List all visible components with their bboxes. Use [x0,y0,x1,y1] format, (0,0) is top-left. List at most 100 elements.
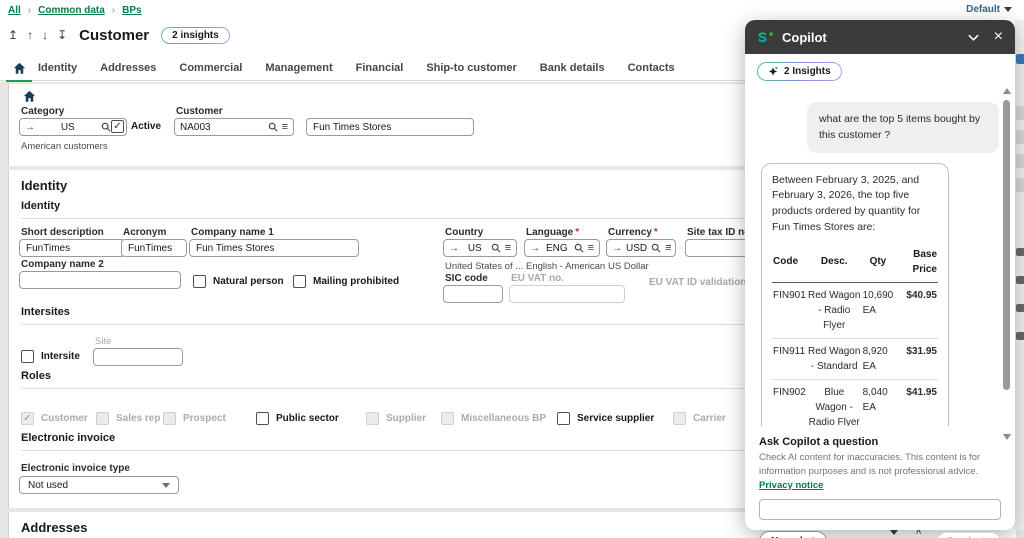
column-header: Desc. [807,244,862,283]
tab-commercial[interactable]: Commercial [179,62,242,74]
language-value: ENG [544,243,570,254]
tab-management[interactable]: Management [265,62,332,74]
search-icon[interactable] [491,243,501,253]
currency-value: USD [626,243,647,254]
home-icon [13,62,26,75]
toolbar-icon-sliver [1016,130,1024,144]
copilot-badge-row: 2 Insights [757,62,842,82]
search-icon[interactable] [574,243,584,253]
customer-label: Customer [176,106,223,117]
country-field[interactable]: → US ≡ [443,239,517,257]
search-icon[interactable] [651,243,661,253]
assistant-intro-text: Between February 3, 2025, and February 3… [772,173,938,236]
last-record-icon[interactable]: ↧ [57,28,67,42]
site-tax-id-label: Site tax ID no. [687,227,753,238]
company-name-2-input[interactable] [19,271,181,289]
previous-record-icon[interactable]: ↑ [27,28,33,42]
acronym-input[interactable] [121,239,187,257]
intersite-label: Intersite [41,351,80,362]
insights-badge[interactable]: 2 insights [161,27,230,44]
site-input[interactable] [93,348,183,366]
role-customer-label: Customer [41,413,88,424]
cell-qty: 8,040 EA [862,379,895,426]
privacy-notice-link[interactable]: Privacy notice [759,480,823,491]
active-checkbox-item: ✓ Active [111,120,161,133]
goto-icon[interactable]: → [25,122,35,133]
role-public-sector-checkbox[interactable] [256,412,269,425]
role-prospect-checkbox [163,412,176,425]
country-label: Country [445,227,483,238]
profile-label: Default [966,4,1000,15]
active-checkbox[interactable]: ✓ [111,120,124,133]
chevron-down-icon [1004,7,1012,12]
breadcrumb-link-common-data[interactable]: Common data [38,5,105,16]
tab-bank-details[interactable]: Bank details [540,62,605,74]
lookup-list-icon[interactable]: ≡ [665,243,671,254]
sic-code-input[interactable] [443,285,503,303]
mailing-prohibited-label: Mailing prohibited [313,276,399,287]
copilot-title: Copilot [782,30,953,45]
electronic-invoice-type-select[interactable]: Not used [19,476,179,494]
lookup-list-icon[interactable]: ≡ [282,122,288,133]
customer-code-field[interactable]: NA003 ≡ [174,118,294,136]
role-sales-rep-checkbox [96,412,109,425]
lookup-list-icon[interactable]: ≡ [505,243,511,254]
goto-icon[interactable]: → [449,243,459,254]
toolbar-icon-sliver [1016,332,1024,340]
mailing-prohibited-checkbox[interactable] [293,275,306,288]
short-description-input[interactable] [19,239,125,257]
search-icon[interactable] [101,122,111,132]
electronic-invoice-type-value: Not used [28,480,68,491]
role-miscellaneous-bp-label: Miscellaneous BP [461,413,546,424]
copilot-buttons-row: New chat Send [759,531,1001,538]
copilot-conversation[interactable]: what are the top 5 items bought by this … [745,86,1015,426]
role-supplier-item: Supplier [366,412,426,425]
breadcrumb-link-all[interactable]: All [8,5,21,16]
scroll-up-arrow[interactable] [1003,88,1011,94]
close-icon[interactable]: × [994,29,1003,45]
scrollbar-thumb[interactable] [1003,100,1010,390]
tab-contacts[interactable]: Contacts [628,62,675,74]
send-button[interactable]: Send [936,532,1001,538]
user-message-bubble: what are the top 5 items bought by this … [807,102,999,153]
minimize-chevron-icon[interactable] [967,31,980,44]
intersite-checkbox[interactable] [21,350,34,363]
lookup-list-icon[interactable]: ≡ [588,243,594,254]
tab-financial[interactable]: Financial [356,62,404,74]
tab-ship-to-customer[interactable]: Ship-to customer [426,62,516,74]
natural-person-checkbox[interactable] [193,275,206,288]
copilot-scrollbar[interactable] [1002,88,1012,440]
role-miscellaneous-bp-item: Miscellaneous BP [441,412,546,425]
sic-code-label: SIC code [445,273,488,284]
toolbar-icon-sliver [1016,248,1024,256]
goto-icon[interactable]: → [612,243,622,254]
copilot-question-input[interactable] [759,499,1001,520]
company-name-1-input[interactable] [189,239,359,257]
new-chat-button[interactable]: New chat [759,531,827,538]
cell-desc: Blue Wagon - Radio Flyer [807,379,862,426]
required-mark: * [575,227,579,238]
search-icon[interactable] [268,122,278,132]
next-record-icon[interactable]: ↓ [42,28,48,42]
eu-vat-validation-label: EU VAT ID validation [649,277,746,288]
customer-name-input[interactable] [306,118,474,136]
breadcrumb-link-bps[interactable]: BPs [122,5,141,16]
top-products-table: Code Desc. Qty Base Price FIN901 Red Wag… [772,244,938,426]
tab-home[interactable] [0,56,38,81]
first-record-icon[interactable]: ↥ [8,28,18,42]
app-window: All › Common data › BPs Default ↥ ↑ ↓ ↧ … [0,0,1024,538]
copilot-insights-badge[interactable]: 2 Insights [757,62,842,81]
tab-addresses[interactable]: Addresses [100,62,156,74]
role-service-supplier-checkbox[interactable] [557,412,570,425]
role-prospect-label: Prospect [183,413,226,424]
cell-code: FIN911 [772,338,807,379]
breadcrumb-separator: › [28,5,31,16]
copilot-panel: S Copilot × 2 Insights what are the top … [745,20,1015,530]
profile-selector[interactable]: Default [966,4,1012,15]
role-customer-checkbox: ✓ [21,412,34,425]
goto-icon[interactable]: → [530,243,540,254]
tab-identity[interactable]: Identity [38,62,77,74]
role-miscellaneous-bp-checkbox [441,412,454,425]
currency-field[interactable]: → USD ≡ [606,239,676,257]
language-field[interactable]: → ENG ≡ [524,239,600,257]
